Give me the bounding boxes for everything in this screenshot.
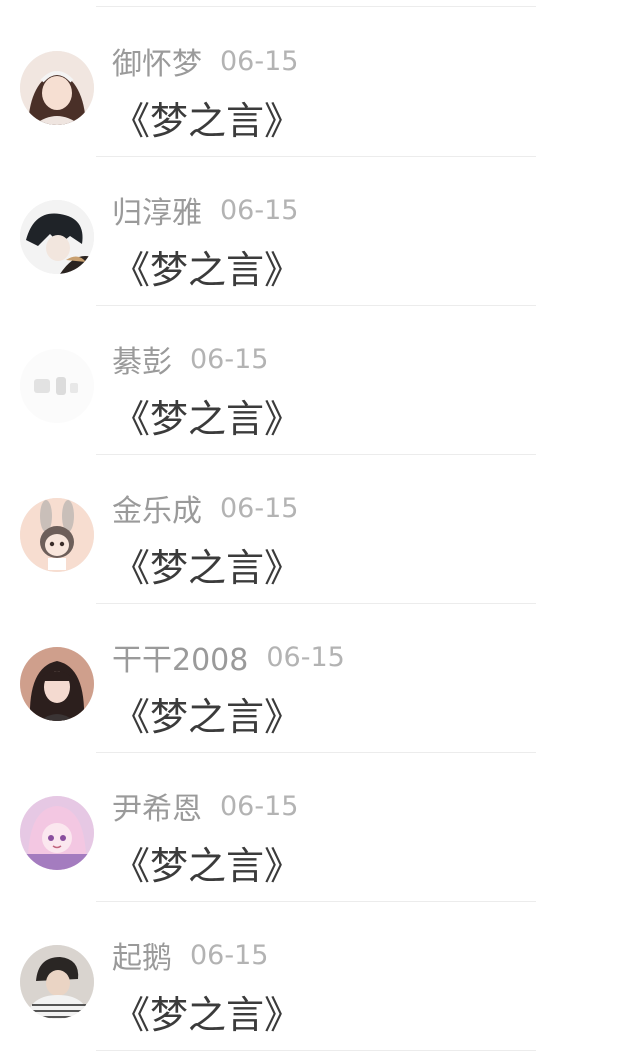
avatar-chibi-bunny-icon [20,498,94,572]
comment-meta: 归淳雅 06-15 [112,188,298,232]
username[interactable]: 尹希恩 [112,784,202,828]
comment-item[interactable]: 綦彭 06-15 《梦之言》 [0,305,640,454]
username[interactable]: 干干2008 [112,635,248,679]
comment-date: 06-15 [220,194,299,226]
comment-date: 06-15 [190,343,269,375]
comment-list: 御怀梦 06-15 《梦之言》 归淳雅 06-15 《梦之言》 綦彭 06-15… [0,0,640,1052]
comment-meta: 綦彭 06-15 [112,337,268,381]
comment-item[interactable]: 干干2008 06-15 《梦之言》 [0,603,640,752]
user-avatar[interactable] [20,51,94,125]
comment-meta: 尹希恩 06-15 [112,784,298,828]
avatar-anime-girl-pink-icon [20,796,94,870]
comment-date: 06-15 [220,45,299,77]
username[interactable]: 归淳雅 [112,188,202,232]
comment-date: 06-15 [266,641,345,673]
comment-item[interactable]: 御怀梦 06-15 《梦之言》 [0,7,640,156]
comment-text: 《梦之言》 [112,844,303,888]
comment-text: 《梦之言》 [112,248,303,292]
comment-text: 《梦之言》 [112,695,303,739]
username[interactable]: 金乐成 [112,486,202,530]
comment-date: 06-15 [220,790,299,822]
comment-meta: 起鹅 06-15 [112,933,268,977]
user-avatar[interactable] [20,498,94,572]
comment-item[interactable]: 尹希恩 06-15 《梦之言》 [0,752,640,901]
user-avatar[interactable] [20,200,94,274]
avatar-faded-blank-icon [20,349,94,423]
avatar-boy-striped-shirt-icon [20,945,94,1019]
avatar-girl-headband-icon [20,51,94,125]
comment-date: 06-15 [220,492,299,524]
divider [96,1050,536,1051]
avatar-girl-long-hair-icon [20,647,94,721]
username[interactable]: 起鹅 [112,933,172,977]
comment-text: 《梦之言》 [112,397,303,441]
user-avatar[interactable] [20,647,94,721]
comment-item[interactable]: 金乐成 06-15 《梦之言》 [0,454,640,603]
avatar-anime-boy-dark-icon [20,200,94,274]
comment-meta: 干干2008 06-15 [112,635,345,679]
comment-meta: 金乐成 06-15 [112,486,298,530]
comment-text: 《梦之言》 [112,546,303,590]
comment-item[interactable]: 起鹅 06-15 《梦之言》 [0,901,640,1050]
user-avatar[interactable] [20,349,94,423]
username[interactable]: 綦彭 [112,337,172,381]
comment-date: 06-15 [190,939,269,971]
username[interactable]: 御怀梦 [112,39,202,83]
user-avatar[interactable] [20,945,94,1019]
comment-item[interactable]: 归淳雅 06-15 《梦之言》 [0,156,640,305]
comment-meta: 御怀梦 06-15 [112,39,298,83]
comment-text: 《梦之言》 [112,993,303,1037]
user-avatar[interactable] [20,796,94,870]
comment-text: 《梦之言》 [112,99,303,143]
